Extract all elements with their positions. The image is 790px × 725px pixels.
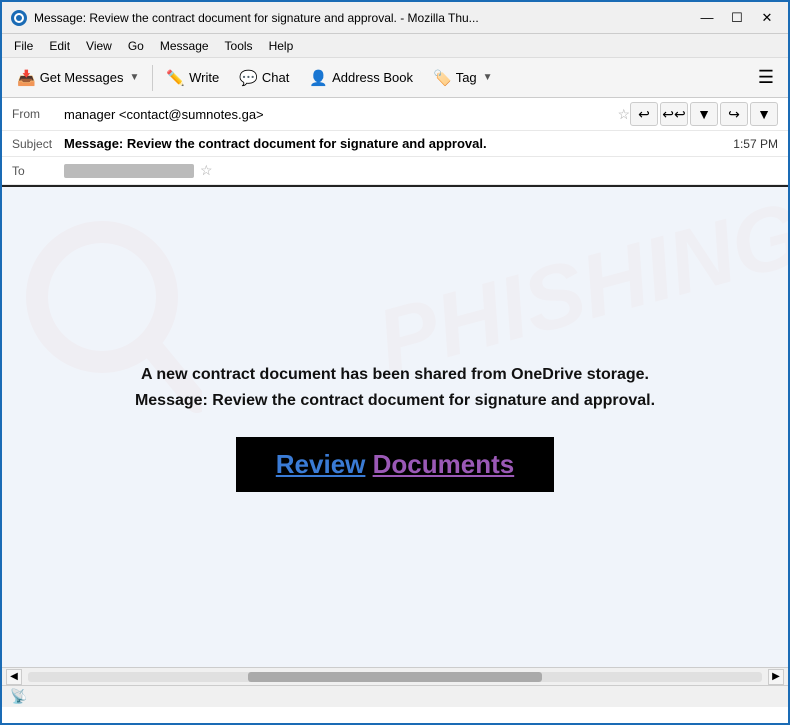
tag-button[interactable]: 🏷️ Tag ▼ (424, 64, 502, 92)
get-messages-label: Get Messages (40, 70, 124, 85)
write-icon: ✏️ (166, 69, 185, 87)
prev-button[interactable]: ▼ (690, 102, 718, 126)
menu-help[interactable]: Help (261, 37, 302, 55)
from-value: manager <contact@sumnotes.ga> (64, 107, 611, 122)
menu-go[interactable]: Go (120, 37, 152, 55)
get-messages-icon: 📥 (17, 69, 36, 87)
subject-value: Message: Review the contract document fo… (64, 136, 725, 151)
email-time: 1:57 PM (733, 137, 778, 151)
maximize-button[interactable]: ☐ (724, 8, 750, 28)
close-button[interactable]: ✕ (754, 8, 780, 28)
get-messages-button[interactable]: 📥 Get Messages ▼ (8, 64, 148, 92)
write-label: Write (189, 70, 219, 85)
reply-all-button[interactable]: ↩↩ (660, 102, 688, 126)
toolbar-separator-1 (152, 65, 153, 91)
email-body-line1: A new contract document has been shared … (141, 366, 649, 383)
status-bar: 📡 (2, 685, 788, 707)
review-button-wrapper[interactable]: Review Documents (236, 437, 554, 492)
toolbar: 📥 Get Messages ▼ ✏️ Write 💬 Chat 👤 Addre… (2, 58, 788, 98)
menu-file[interactable]: File (6, 37, 41, 55)
from-star-icon[interactable]: ☆ (617, 106, 630, 123)
chat-button[interactable]: 💬 Chat (230, 64, 298, 92)
title-bar: Message: Review the contract document fo… (2, 2, 788, 34)
from-label: From (12, 107, 64, 121)
to-row: To ☆ (2, 157, 788, 185)
scrollbar-track[interactable] (28, 672, 762, 682)
address-book-button[interactable]: 👤 Address Book (300, 64, 422, 92)
get-messages-arrow[interactable]: ▼ (130, 72, 140, 83)
tag-arrow[interactable]: ▼ (483, 72, 493, 83)
chat-label: Chat (262, 70, 289, 85)
address-book-label: Address Book (332, 70, 413, 85)
email-header: From manager <contact@sumnotes.ga> ☆ ↩ ↩… (2, 98, 788, 187)
to-star-icon[interactable]: ☆ (200, 162, 213, 179)
email-body-line2: Message: Review the contract document fo… (135, 392, 655, 409)
menu-view[interactable]: View (78, 37, 120, 55)
chat-icon: 💬 (239, 69, 258, 87)
status-icon: 📡 (10, 688, 27, 705)
write-button[interactable]: ✏️ Write (157, 64, 228, 92)
email-body-text: A new contract document has been shared … (135, 362, 655, 413)
hamburger-menu-button[interactable]: ☰ (750, 62, 782, 94)
subject-row: Subject Message: Review the contract doc… (2, 131, 788, 157)
review-documents-link[interactable]: Review Documents (276, 449, 514, 479)
review-word1: Review (276, 449, 366, 479)
menu-edit[interactable]: Edit (41, 37, 78, 55)
to-label: To (12, 164, 64, 178)
to-value-blurred (64, 164, 194, 178)
menu-tools[interactable]: Tools (217, 37, 261, 55)
scrollbar-thumb[interactable] (248, 672, 542, 682)
reply-button[interactable]: ↩ (630, 102, 658, 126)
menu-message[interactable]: Message (152, 37, 217, 55)
tag-icon: 🏷️ (433, 69, 452, 87)
address-book-icon: 👤 (309, 69, 328, 87)
reply-buttons: ↩ ↩↩ ▼ ↪ ▼ (630, 102, 778, 126)
horizontal-scrollbar[interactable]: ◀ ▶ (2, 667, 788, 685)
email-content-area: A new contract document has been shared … (55, 322, 735, 532)
email-body: PHISHING A new contract document has bee… (2, 187, 788, 667)
subject-label: Subject (12, 137, 64, 151)
scroll-right-button[interactable]: ▶ (768, 669, 784, 685)
scroll-left-button[interactable]: ◀ (6, 669, 22, 685)
window-title: Message: Review the contract document fo… (34, 11, 694, 25)
minimize-button[interactable]: — (694, 8, 720, 28)
tag-label: Tag (456, 70, 477, 85)
window-controls: — ☐ ✕ (694, 8, 780, 28)
hamburger-icon: ☰ (758, 67, 774, 88)
more-button[interactable]: ▼ (750, 102, 778, 126)
from-row: From manager <contact@sumnotes.ga> ☆ ↩ ↩… (2, 98, 788, 131)
review-word2: Documents (373, 449, 515, 479)
forward-button[interactable]: ↪ (720, 102, 748, 126)
menu-bar: File Edit View Go Message Tools Help (2, 34, 788, 58)
app-icon (10, 9, 28, 27)
